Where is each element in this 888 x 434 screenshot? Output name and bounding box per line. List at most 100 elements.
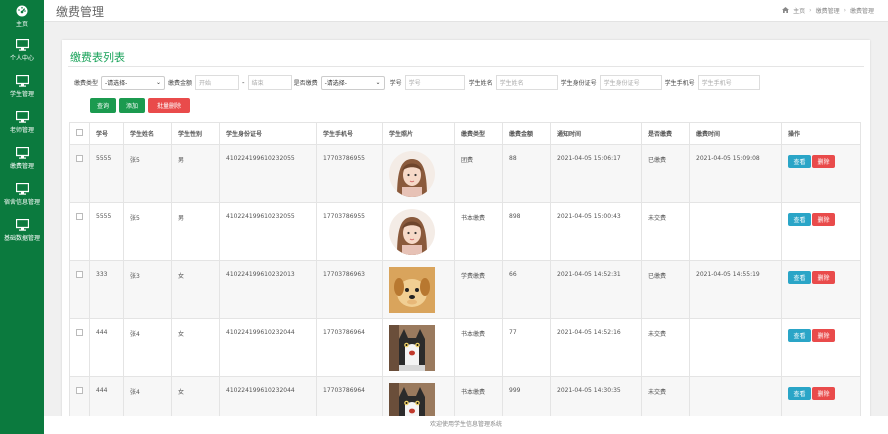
row-checkbox[interactable]	[76, 213, 83, 220]
paid-select[interactable]: -请选择- ⌄	[320, 75, 385, 90]
cell-photo	[382, 144, 455, 203]
column-header: 缴费金额	[502, 122, 551, 145]
row-checkbox[interactable]	[76, 155, 83, 162]
range-dash: -	[242, 78, 245, 87]
id-card-input[interactable]: 学生身份证号	[599, 75, 662, 90]
cell-student-name: 张5	[123, 202, 172, 261]
monitor-icon	[15, 38, 29, 51]
select-all-checkbox[interactable]	[76, 129, 83, 136]
delete-button[interactable]: 删除	[812, 387, 835, 400]
cell-paid-status: 未交费	[641, 318, 690, 377]
table-row: 444 张4 女 410224199610232044 17703786964 书本缴费 7…	[69, 318, 861, 377]
breadcrumb-item[interactable]: 缴费管理	[816, 6, 840, 15]
cell-notify-time: 2021-04-05 15:06:17	[550, 144, 642, 203]
sidebar-item-base-data-management[interactable]: 基础数据管理	[0, 212, 44, 248]
cell-id-card: 410224199610232044	[219, 318, 317, 377]
cell-gender: 男	[171, 144, 220, 203]
cell-student-name: 张4	[123, 318, 172, 377]
row-select-cell	[69, 144, 90, 203]
sidebar-item-student-management[interactable]: 学生管理	[0, 68, 44, 104]
cat-photo	[389, 383, 448, 420]
cell-phone: 17703786964	[316, 376, 383, 420]
cell-actions: 查看 删除	[781, 144, 861, 203]
sidebar-item-dorm-management[interactable]: 宿舍信息管理	[0, 176, 44, 212]
select-all-cell	[69, 122, 90, 145]
cell-amount: 88	[502, 144, 551, 203]
cell-paid-time	[689, 318, 782, 377]
monitor-icon	[15, 74, 29, 87]
table-header-row: 学号 学生姓名 学生性别 学生身份证号 学生手机号 学生照片 缴费类型 缴费金额…	[69, 122, 861, 145]
cell-student-no: 444	[89, 376, 124, 420]
fee-type-label: 缴费类型	[74, 80, 99, 87]
query-button[interactable]: 查询	[90, 98, 116, 113]
delete-button[interactable]: 删除	[812, 271, 835, 284]
row-checkbox[interactable]	[76, 271, 83, 278]
cell-gender: 女	[171, 376, 220, 420]
cell-notify-time: 2021-04-05 14:52:16	[550, 318, 642, 377]
sidebar-item-label: 老师管理	[9, 126, 34, 134]
view-button[interactable]: 查看	[788, 155, 811, 168]
row-checkbox[interactable]	[76, 329, 83, 336]
table-row: 5555 张5 男 410224199610232055 17703786955 书本缴费…	[69, 202, 861, 261]
cell-id-card: 410224199610232055	[219, 144, 317, 203]
delete-button[interactable]: 删除	[812, 155, 835, 168]
sidebar-item-teacher-management[interactable]: 老师管理	[0, 104, 44, 140]
view-button[interactable]: 查看	[788, 387, 811, 400]
student-no-input[interactable]: 学号	[404, 75, 465, 90]
cell-photo	[382, 376, 455, 420]
cell-student-no: 444	[89, 318, 124, 377]
cell-phone: 17703786955	[316, 144, 383, 203]
sidebar-item-fee-management[interactable]: 缴费管理	[0, 140, 44, 176]
student-name-input[interactable]: 学生姓名	[495, 75, 558, 90]
cell-paid-time	[689, 202, 782, 261]
breadcrumb-home[interactable]: 主页	[793, 6, 805, 15]
footer: 欢迎使用学生信息管理系统	[44, 416, 888, 434]
cell-student-no: 5555	[89, 144, 124, 203]
fee-type-select[interactable]: -请选择- ⌄	[101, 75, 166, 90]
delete-button[interactable]: 删除	[812, 213, 835, 226]
view-button[interactable]: 查看	[788, 271, 811, 284]
sidebar: 主页 个人中心 学生管理 老师管理 缴费管理 宿舍信息管理 基础数据管理	[0, 0, 44, 434]
view-button[interactable]: 查看	[788, 213, 811, 226]
cell-photo	[382, 202, 455, 261]
cell-fee-type: 书本缴费	[454, 202, 503, 261]
cell-phone: 17703786963	[316, 260, 383, 319]
view-button[interactable]: 查看	[788, 329, 811, 342]
sidebar-item-home[interactable]: 主页	[0, 0, 44, 32]
top-bar: 缴费管理 主页 › 缴费管理 › 缴费管理	[44, 0, 888, 22]
fee-list-panel: 缴费表列表 缴费类型 -请选择- ⌄ 缴费金额 开始 - 结束 是否缴费 -请选…	[62, 40, 870, 420]
cell-fee-type: 书本缴费	[454, 318, 503, 377]
sidebar-item-personal-center[interactable]: 个人中心	[0, 32, 44, 68]
sidebar-item-label: 学生管理	[9, 90, 34, 98]
delete-button[interactable]: 删除	[812, 329, 835, 342]
cell-student-name: 张4	[123, 376, 172, 420]
cell-phone: 17703786964	[316, 318, 383, 377]
action-bar: 查询 添加 批量删除	[90, 98, 190, 113]
amount-label: 缴费金额	[168, 80, 193, 87]
column-header: 学生手机号	[316, 122, 383, 145]
cell-id-card: 410224199610232013	[219, 260, 317, 319]
divider	[68, 66, 864, 67]
cell-phone: 17703786955	[316, 202, 383, 261]
phone-label: 学生手机号	[664, 80, 695, 87]
column-header: 学生身份证号	[219, 122, 317, 145]
cell-amount: 999	[502, 376, 551, 420]
add-button[interactable]: 添加	[119, 98, 145, 113]
amount-end-input[interactable]: 结束	[247, 75, 292, 90]
column-header: 操作	[781, 122, 861, 145]
cell-student-no: 333	[89, 260, 124, 319]
girl-photo	[389, 209, 448, 255]
fee-table: 学号 学生姓名 学生性别 学生身份证号 学生手机号 学生照片 缴费类型 缴费金额…	[69, 122, 861, 420]
batch-delete-button[interactable]: 批量删除	[148, 98, 190, 113]
monitor-icon	[15, 218, 29, 231]
row-checkbox[interactable]	[76, 387, 83, 394]
amount-start-input[interactable]: 开始	[195, 75, 240, 90]
phone-input[interactable]: 学生手机号	[697, 75, 760, 90]
column-header: 通知时间	[550, 122, 642, 145]
filter-bar: 缴费类型 -请选择- ⌄ 缴费金额 开始 - 结束 是否缴费 -请选择- ⌄ 学…	[74, 74, 760, 91]
chevron-right-icon: ›	[843, 7, 846, 14]
cell-gender: 女	[171, 260, 220, 319]
row-select-cell	[69, 376, 90, 420]
paid-label: 是否缴费	[293, 80, 318, 87]
cell-amount: 898	[502, 202, 551, 261]
